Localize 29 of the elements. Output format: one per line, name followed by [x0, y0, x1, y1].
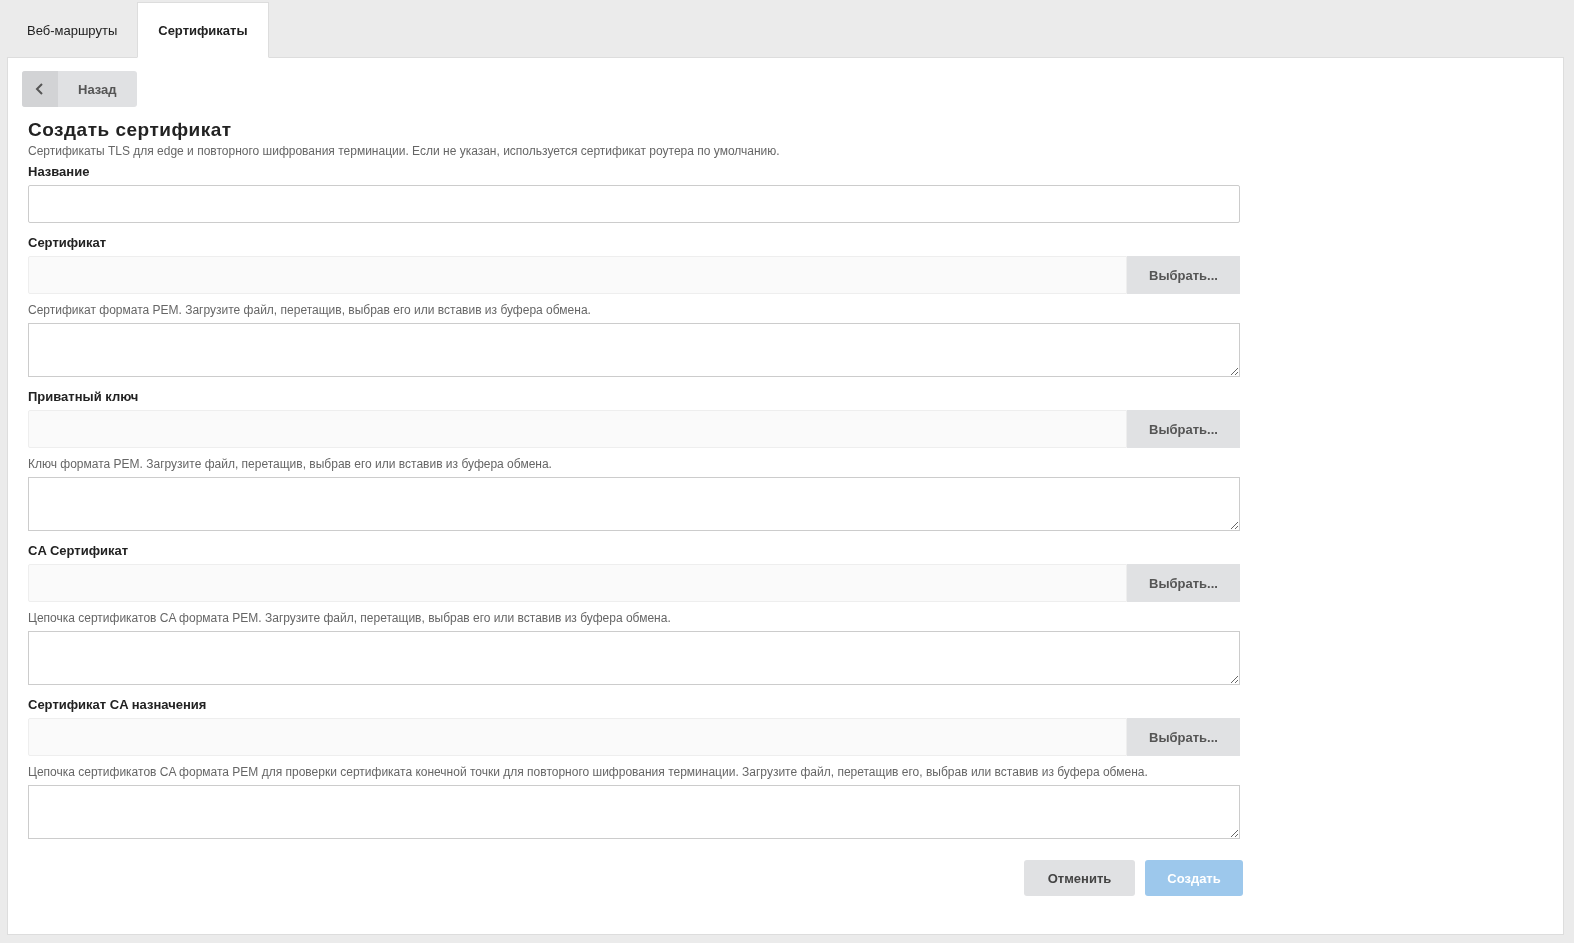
cancel-button[interactable]: Отменить: [1024, 860, 1135, 896]
file-name-input[interactable]: [28, 718, 1127, 756]
browse-button[interactable]: Выбрать...: [1127, 256, 1240, 294]
help-text: Цепочка сертификатов CA формата PEM. Загрузите файл, перетащив, выбрав его или вставив из буфера обмена.: [28, 611, 672, 625]
text-area[interactable]: [28, 323, 1240, 377]
help-text: Цепочка сертификатов CA формата PEM для проверки сертификата конечной точки для повторного шифрования терминации. Загрузите файл, перетащив его, выбрав или вставив из буфера обмена.: [28, 765, 1149, 779]
browse-button[interactable]: Выбрать...: [1127, 564, 1240, 602]
file-name-input[interactable]: [28, 256, 1127, 294]
field-label: CA Сертификат: [28, 543, 130, 558]
field-label: Название: [28, 164, 91, 179]
file-name-input[interactable]: [28, 410, 1127, 448]
text-area[interactable]: [28, 785, 1240, 839]
page-description: Сертификаты TLS для edge и повторного шифрования терминации. Если не указан, используется сертификат роутера по умолчанию.: [28, 144, 781, 158]
page-title: Создать сертификат: [28, 119, 233, 141]
name-input[interactable]: [28, 185, 1240, 223]
field-label: Сертификат CA назначения: [28, 697, 208, 712]
back-button[interactable]: Назад: [22, 71, 137, 107]
browse-button[interactable]: Выбрать...: [1127, 410, 1240, 448]
tab[interactable]: Веб-маршруты: [7, 2, 138, 58]
help-text: Ключ формата PEM. Загрузите файл, перетащив, выбрав его или вставив из буфера обмена.: [28, 457, 553, 471]
text-area[interactable]: [28, 477, 1240, 531]
file-name-input[interactable]: [28, 564, 1127, 602]
text-area[interactable]: [28, 631, 1240, 685]
tab[interactable]: Сертификаты: [137, 2, 269, 58]
chevron-left-icon: [35, 82, 45, 96]
browse-button[interactable]: Выбрать...: [1127, 718, 1240, 756]
field-label: Сертификат: [28, 235, 108, 250]
field-label: Приватный ключ: [28, 389, 140, 404]
help-text: Сертификат формата PEM. Загрузите файл, перетащив, выбрав его или вставив из буфера обмена.: [28, 303, 592, 317]
